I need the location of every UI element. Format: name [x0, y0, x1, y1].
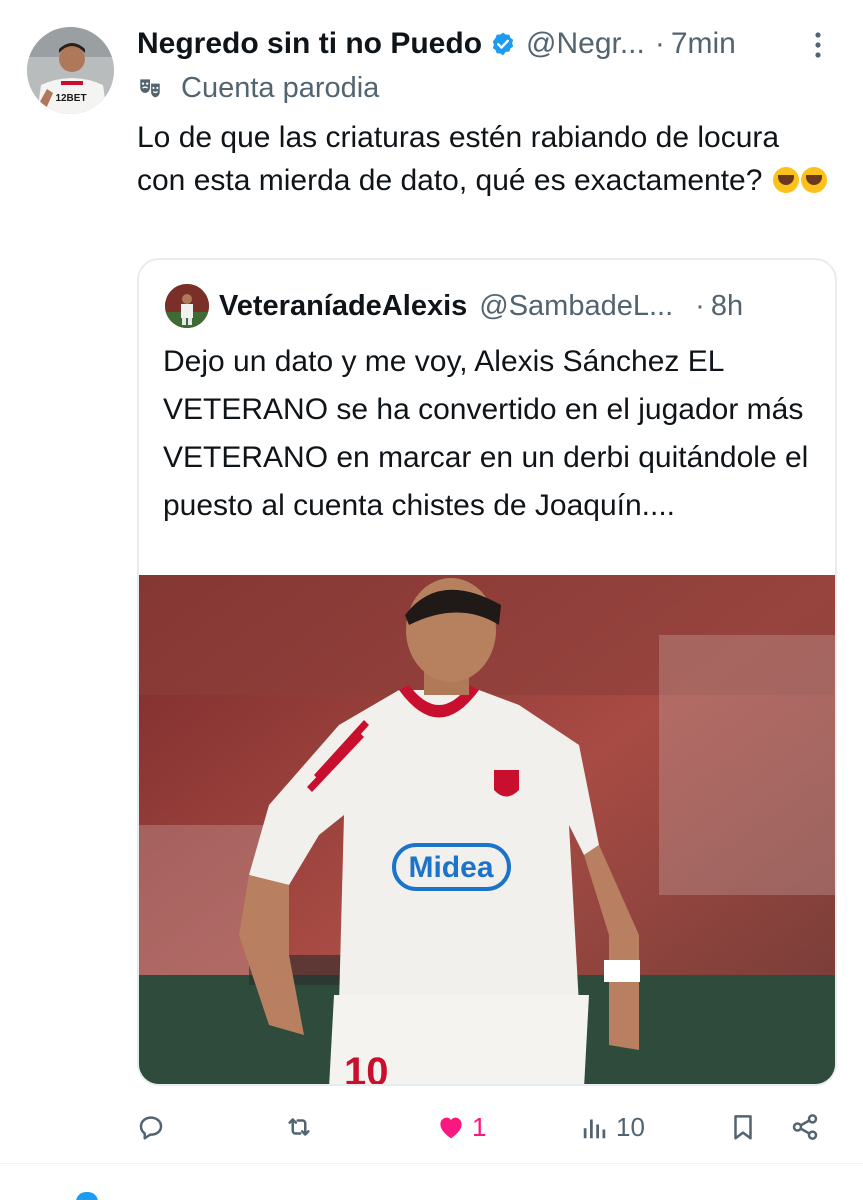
retweet-icon — [288, 1118, 310, 1136]
tweet-action-bar: 1 10 — [0, 1100, 863, 1154]
quoted-handle[interactable]: @SambadeL... — [479, 290, 673, 323]
views-chart-icon — [583, 1119, 606, 1139]
views-count: 10 — [616, 1111, 645, 1142]
share-button[interactable] — [790, 1100, 820, 1154]
like-count: 1 — [472, 1111, 487, 1142]
verified-badge-icon[interactable] — [490, 31, 516, 57]
shorts-number-text: 10 — [344, 1050, 389, 1086]
rolling-laughing-emoji-icon — [772, 167, 799, 193]
quoted-tweet-header: VeteraníadeAlexis @SambadeL... · 8h — [219, 284, 819, 328]
author-display-name[interactable]: Negredo sin ti no Puedo — [137, 27, 482, 61]
rolling-laughing-emoji-icon — [800, 167, 827, 193]
share-icon — [792, 1114, 818, 1140]
views-button[interactable]: 10 — [580, 1100, 645, 1154]
quoted-timestamp[interactable]: 8h — [711, 290, 743, 323]
quoted-tweet-text: Dejo un dato y me voy, Alexis Sánchez EL… — [163, 345, 809, 522]
bookmark-icon — [734, 1115, 752, 1140]
jersey-sponsor-text: Midea — [408, 851, 493, 884]
next-tweet-avatar-glimpse — [76, 1192, 98, 1200]
tweet-body-text: Lo de que las criaturas estén rabiando d… — [137, 121, 780, 197]
reply-icon — [139, 1116, 163, 1140]
tweet-timestamp[interactable]: 7min — [671, 27, 736, 61]
author-handle[interactable]: @Negr... — [526, 27, 645, 61]
quoted-media-image[interactable]: Midea 10 — [139, 575, 835, 1086]
quoted-tweet-card[interactable]: VeteraníadeAlexis @SambadeL... · 8h Dejo… — [137, 258, 837, 1086]
parody-mask-icon — [140, 79, 160, 98]
retweet-button[interactable] — [284, 1100, 320, 1154]
reply-button[interactable] — [136, 1100, 172, 1154]
header-separator: · — [654, 27, 665, 60]
author-avatar-image: 12BET — [27, 27, 114, 114]
tweet-divider — [0, 1163, 863, 1164]
author-avatar[interactable]: 12BET — [27, 27, 114, 114]
more-options-icon[interactable] — [806, 27, 830, 63]
heart-filled-icon — [440, 1117, 462, 1139]
like-button[interactable]: 1 — [436, 1100, 486, 1154]
parody-account-label[interactable]: Cuenta parodia — [137, 70, 379, 106]
quoted-author-avatar[interactable] — [165, 284, 209, 328]
avatar-jersey-text: 12BET — [55, 93, 86, 104]
tweet-text: Lo de que las criaturas estén rabiando d… — [137, 116, 827, 202]
quoted-avatar-image — [165, 284, 209, 328]
player-photo: Midea 10 — [139, 575, 835, 1086]
parody-label-text: Cuenta parodia — [181, 71, 380, 104]
quoted-display-name[interactable]: VeteraníadeAlexis — [219, 290, 467, 323]
bookmark-button[interactable] — [728, 1100, 758, 1154]
tweet-header: Negredo sin ti no Puedo @Negr... · 7min — [137, 22, 837, 66]
quoted-header-separator: · — [695, 289, 705, 322]
